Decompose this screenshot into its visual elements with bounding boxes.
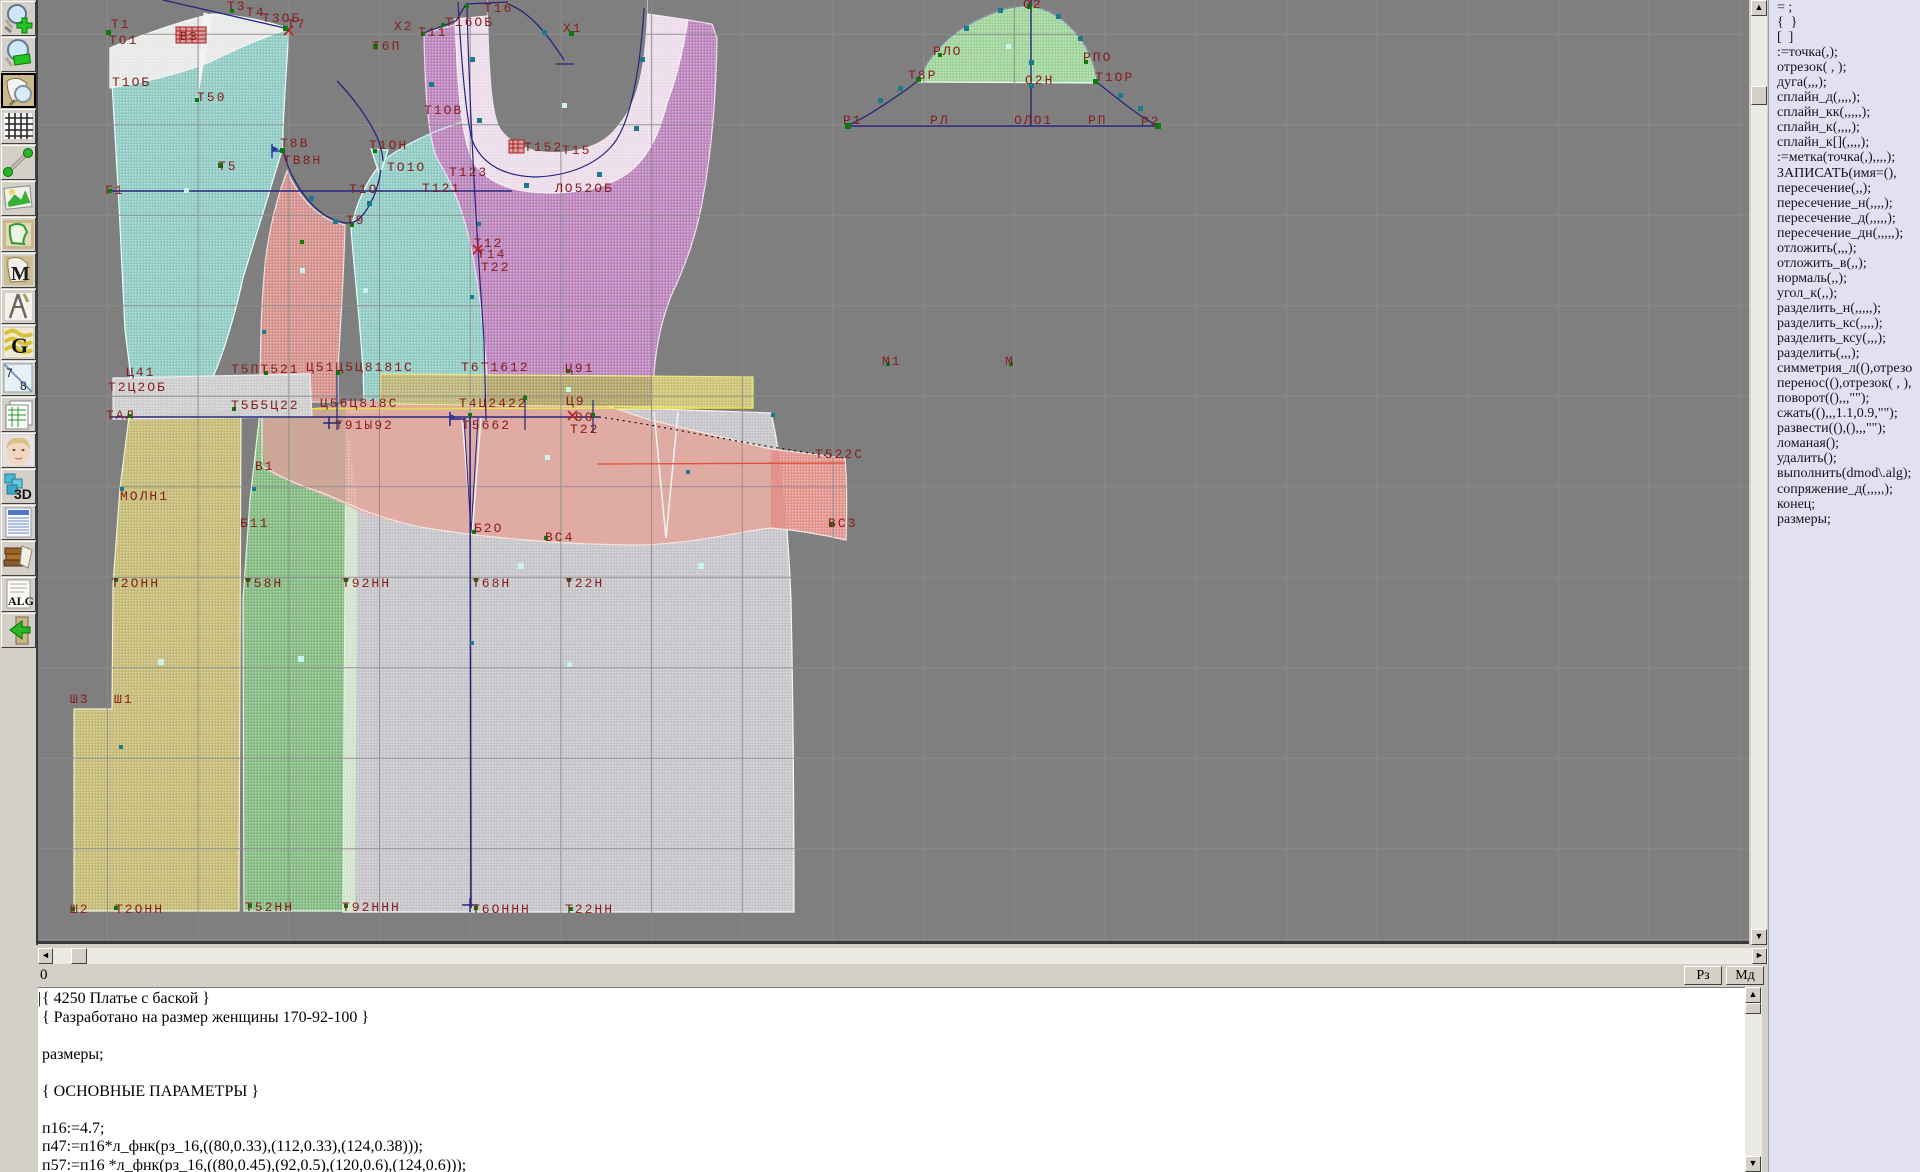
svg-text:Т2Ц2ОБ: Т2Ц2ОБ (108, 380, 167, 395)
svg-text:Т6ОННН: Т6ОННН (472, 902, 531, 917)
svg-text:Т58Н: Т58Н (244, 576, 283, 591)
svg-text:О2Н: О2Н (1025, 73, 1054, 88)
svg-text:ALG: ALG (8, 594, 34, 608)
svg-text:МОЛН1: МОЛН1 (120, 489, 169, 504)
svg-text:РЛО: РЛО (933, 44, 962, 59)
svg-text:Т152: Т152 (524, 140, 563, 155)
svg-text:Ц91: Ц91 (565, 361, 594, 376)
svg-text:РПО: РПО (1083, 50, 1112, 65)
svg-text:Т22: Т22 (570, 422, 599, 437)
svg-text:М1: М1 (882, 354, 902, 369)
svg-text:Т92ННН: Т92ННН (342, 900, 401, 915)
svg-text:Х1: Х1 (563, 21, 583, 36)
svg-text:Т5662: Т5662 (462, 418, 511, 433)
svg-text:Т522С: Т522С (815, 447, 864, 462)
svg-text:Ш3: Ш3 (70, 692, 90, 707)
svg-text:Т8Р: Т8Р (908, 68, 937, 83)
svg-text:ОЛО1: ОЛО1 (1014, 113, 1053, 128)
svg-text:Т9: Т9 (346, 213, 366, 228)
svg-text:Т2ОНН: Т2ОНН (115, 902, 164, 917)
svg-text:Т1ОВ: Т1ОВ (424, 103, 463, 118)
svg-text:Ц9: Ц9 (566, 394, 586, 409)
svg-text:Т6Т1612: Т6Т1612 (461, 360, 530, 375)
svg-text:ВЗ: ВЗ (180, 30, 198, 44)
svg-text:G: G (11, 333, 28, 358)
svg-text:Ш2: Ш2 (70, 902, 90, 917)
svg-text:Ц41: Ц41 (126, 365, 155, 380)
svg-text:В1: В1 (255, 459, 275, 474)
svg-text:Т5: Т5 (218, 159, 238, 174)
svg-text:ТО1О: ТО1О (387, 160, 426, 175)
svg-text:8: 8 (20, 379, 27, 393)
svg-text:ТАЛ: ТАЛ (106, 408, 135, 423)
svg-text:Т11: Т11 (418, 25, 447, 40)
svg-text:Т16: Т16 (484, 1, 513, 16)
svg-text:Т91Ы92: Т91Ы92 (335, 418, 394, 433)
svg-text:Т92НН: Т92НН (342, 576, 391, 591)
svg-text:ВС3: ВС3 (828, 516, 857, 531)
svg-text:Т8В: Т8В (280, 136, 309, 151)
svg-text:Т16ОБ: Т16ОБ (445, 15, 494, 30)
svg-text:Т15: Т15 (562, 143, 591, 158)
svg-text:РЛ: РЛ (930, 113, 950, 128)
svg-text:Х2: Х2 (394, 19, 414, 34)
svg-text:ЛО52ОБ: ЛО52ОБ (554, 181, 614, 196)
svg-text:Ц51Ц5Ц8181С: Ц51Ц5Ц8181С (306, 360, 414, 375)
svg-text:ВС4: ВС4 (545, 530, 574, 545)
svg-text:Т1ОР: Т1ОР (1095, 70, 1134, 85)
svg-text:М: М (1005, 354, 1015, 369)
svg-text:Т121: Т121 (422, 181, 461, 196)
svg-text:Т50: Т50 (197, 90, 226, 105)
svg-text:Т123: Т123 (449, 165, 488, 180)
svg-text:Т1: Т1 (111, 17, 131, 32)
svg-text:Р1: Р1 (843, 113, 863, 128)
svg-text:Т22НН: Т22НН (565, 902, 614, 917)
svg-text:Т1ОН: Т1ОН (369, 138, 408, 153)
svg-text:3D: 3D (14, 486, 32, 502)
svg-text:Т1О: Т1О (349, 182, 378, 197)
svg-text:Т5Б5Ц22: Т5Б5Ц22 (231, 398, 300, 413)
svg-text:Ш1: Ш1 (114, 692, 134, 707)
svg-text:ТО1: ТО1 (109, 33, 138, 48)
svg-text:Т1ОБ: Т1ОБ (112, 75, 151, 90)
svg-text:Р2: Р2 (1141, 114, 1161, 129)
svg-text:Ц56Ц818С: Ц56Ц818С (320, 396, 398, 411)
svg-text:РП: РП (1088, 113, 1108, 128)
svg-text:Т3: Т3 (227, 0, 247, 14)
svg-text:Т4Ц2422: Т4Ц2422 (459, 396, 528, 411)
svg-text:Т5ПТ521: Т5ПТ521 (231, 362, 300, 377)
svg-text:Т7: Т7 (287, 17, 307, 32)
svg-text:Т6П: Т6П (372, 39, 401, 54)
svg-text:ТВ8Н: ТВ8Н (283, 153, 322, 168)
svg-text:Б2О: Б2О (474, 521, 503, 536)
svg-text:О2: О2 (1023, 0, 1043, 12)
svg-text:Т68Н: Т68Н (472, 576, 511, 591)
svg-text:Г1: Г1 (105, 183, 125, 198)
svg-text:7: 7 (6, 366, 13, 380)
svg-text:Т22Н: Т22Н (565, 576, 604, 591)
svg-text:Т52НН: Т52НН (245, 900, 294, 915)
svg-text:Т2ОНН: Т2ОНН (111, 576, 160, 591)
svg-text:Т22: Т22 (481, 260, 510, 275)
svg-text:Б11: Б11 (240, 516, 269, 531)
svg-text:M: M (11, 263, 30, 285)
